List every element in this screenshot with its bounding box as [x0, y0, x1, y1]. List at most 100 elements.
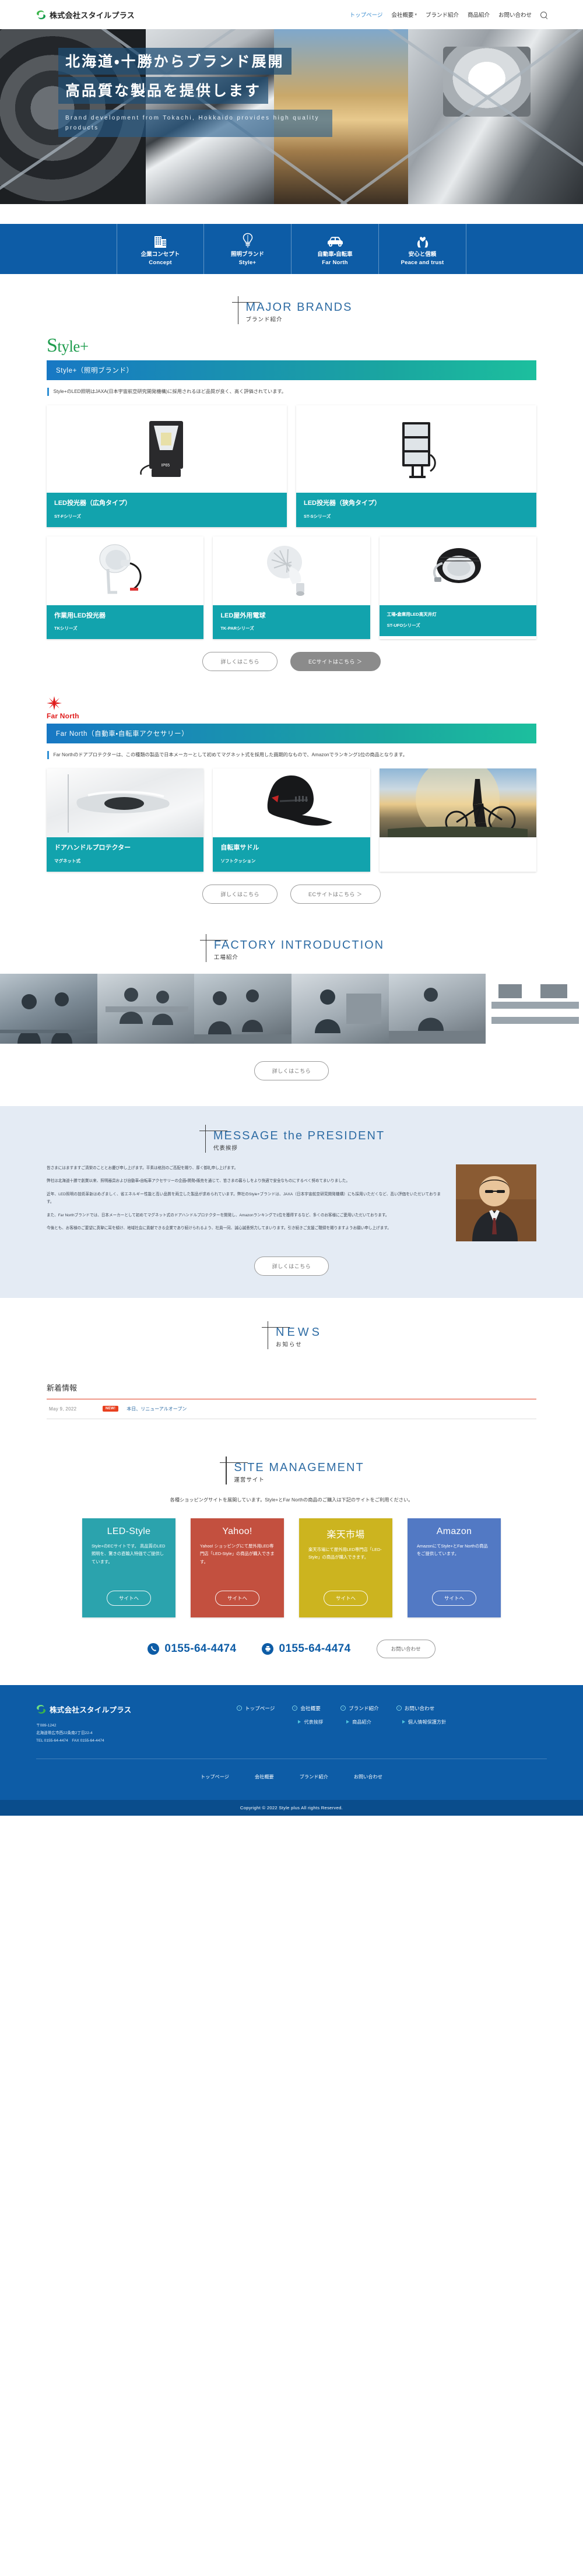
footer-bottom-link-company[interactable]: 会社概要 — [255, 1773, 274, 1780]
site-card-button[interactable]: サイトへ — [323, 1590, 368, 1606]
president-portrait — [456, 1164, 536, 1241]
footer-brand-name: 株式会社スタイルプラス — [50, 1705, 132, 1714]
section-heading-ja: 代表挨拶 — [213, 1145, 238, 1152]
site-card-led-style[interactable]: LED-Style Style+のECサイトです。 高品質のLED照明を、驚きの… — [82, 1518, 175, 1617]
contact-row: 0155-64-4474 0155-64-4474 お問い合わせ — [0, 1617, 583, 1685]
product-cards-style-row2: 作業用LED投光器 TKシリーズ LED屋外用電球 TK-PARシリーズ 工場・… — [47, 536, 536, 639]
footer-sublink-greeting[interactable]: 代表挨拶 — [292, 1718, 323, 1725]
footer-sublink-privacy[interactable]: 個人情報保護方針 — [396, 1718, 446, 1725]
nav-item-brands[interactable]: ブランド紹介 — [426, 10, 459, 19]
bicycle-saddle-image — [213, 768, 370, 838]
footer-link-label: ブランド紹介 — [349, 1705, 379, 1711]
brand-bar-style-plus: Style+（照明ブランド） — [47, 360, 536, 380]
footer-logo[interactable]: 株式会社スタイルプラス — [36, 1704, 211, 1715]
compass-star-icon — [47, 696, 62, 713]
site-card-rakuten[interactable]: 楽天市場 楽天市場にて屋外用LED専門店「LED-Style」の商品が購入できま… — [299, 1518, 392, 1617]
section-heading-factory: FACTORY INTRODUCTION 工場紹介 — [0, 933, 583, 962]
search-icon[interactable] — [540, 11, 547, 18]
product-card-caption: ドアハンドルプロテクター マグネット式 — [47, 837, 204, 872]
footer-link-top[interactable]: › トップページ — [237, 1705, 275, 1712]
footer-bottom-nav: トップページ 会社概要 ブランド紹介 お問い合わせ — [36, 1759, 547, 1789]
concept-item-concept[interactable]: 企業コンセプト Concept — [117, 224, 204, 274]
footer-zip: 〒089-1242 — [36, 1723, 57, 1728]
product-title: 自転車サドル — [220, 844, 259, 852]
style-plus-detail-button[interactable]: 詳しくはこちら — [202, 651, 278, 671]
nav-item-company[interactable]: 会社概要 — [391, 10, 413, 19]
site-header: 株式会社スタイルプラス トップページ 会社概要 ▾ ブランド紹介 商品紹介 お問… — [0, 0, 583, 29]
chevron-right-icon: › — [340, 1705, 346, 1711]
factory-detail-button[interactable]: 詳しくはこちら — [254, 1061, 329, 1080]
brand-bar-far-north: Far North（自動車・自転車アクセサリー） — [47, 723, 536, 743]
concept-item-peace-trust[interactable]: 安心と信頼 Peace and trust — [379, 224, 466, 274]
nav-item-contact[interactable]: お問い合わせ — [498, 10, 532, 19]
product-card[interactable]: LED屋外用電球 TK-PARシリーズ — [213, 536, 370, 639]
section-heading-news: NEWS お知らせ — [0, 1321, 583, 1349]
footer-bottom-link-brands[interactable]: ブランド紹介 — [300, 1773, 328, 1780]
news-item[interactable]: May 9, 2022 NEW! 本日、リニューアルオープン — [47, 1399, 536, 1419]
concept-label-ja: 企業コンセプト — [141, 251, 180, 258]
nav-item-products[interactable]: 商品紹介 — [468, 10, 490, 19]
far-north-wordmark: Far North — [47, 711, 79, 720]
site-card-description: 楽天市場にて屋外用LED専門店「LED-Style」の商品が購入できます。 — [308, 1546, 382, 1560]
footer-bottom-link-contact[interactable]: お問い合わせ — [354, 1773, 382, 1780]
site-card-name: LED-Style — [107, 1526, 151, 1536]
major-brands-content: Style+ Style+（照明ブランド） Style+のLED照明はJAXA(… — [47, 335, 536, 904]
far-north-detail-button[interactable]: 詳しくはこちら — [202, 884, 278, 904]
concept-item-style-plus[interactable]: 照明ブランド Style+ — [204, 224, 292, 274]
site-card-button[interactable]: サイトへ — [215, 1590, 259, 1606]
footer-bottom-link-top[interactable]: トップページ — [201, 1773, 229, 1780]
telephone-block[interactable]: 0155-64-4474 — [147, 1643, 236, 1655]
far-north-ec-button[interactable]: ECサイトはこちら ＞ — [290, 884, 381, 904]
concept-label-ja: 安心と信頼 — [408, 251, 437, 258]
product-card[interactable]: 自転車サドル ソフトクッション — [213, 768, 370, 872]
car-icon — [326, 233, 345, 248]
product-card[interactable]: 工場・倉庫用LED高天井灯 ST-UFOシリーズ — [379, 536, 536, 639]
concept-item-far-north[interactable]: 自動車・自転車 Far North — [292, 224, 379, 274]
led-floodlight-narrow-image — [296, 405, 536, 493]
news-title-link[interactable]: 本日、リニューアルオープン — [127, 1406, 187, 1412]
heart-hands-icon — [415, 233, 430, 248]
site-card-amazon[interactable]: Amazon AmazonにてStyle+とFar Northの商品をご提供して… — [408, 1518, 501, 1617]
brand-description-text: Style+のLED照明はJAXA(日本宇宙航空研究開発機構)に採用されるほど品… — [53, 389, 286, 394]
product-series: ST-UFOシリーズ — [387, 623, 420, 629]
chevron-right-icon: › — [396, 1705, 402, 1711]
president-paragraph: また、Far Northブランドでは、日本メーカーとして初めてマグネット式のドア… — [47, 1213, 389, 1217]
site-card-button[interactable]: サイトへ — [431, 1590, 476, 1606]
copyright-bar: Copyright © 2022 Style plus All rights R… — [0, 1800, 583, 1816]
factory-photo-2 — [97, 973, 195, 1044]
product-card-caption: LED投光器（狭角タイプ） ST-Sシリーズ — [296, 493, 536, 527]
company-logo-icon — [36, 10, 46, 20]
triangle-right-icon — [346, 1719, 350, 1724]
product-series: TKシリーズ — [54, 625, 78, 631]
factory-photo-3 — [194, 973, 292, 1044]
product-card[interactable]: IP65 LED投光器（広角タイプ） ST-Fシリーズ — [47, 405, 287, 527]
news-list-title: 新着情報 — [47, 1382, 536, 1399]
site-card-yahoo[interactable]: Yahoo! Yahoo! ショッピングにて屋外用LED専門店「LED-Styl… — [191, 1518, 284, 1617]
style-plus-ec-button[interactable]: ECサイトはこちら ＞ — [290, 651, 381, 671]
product-card[interactable]: ドアハンドルプロテクター マグネット式 — [47, 768, 204, 872]
site-logo[interactable]: 株式会社スタイルプラス — [36, 9, 135, 20]
footer-link-company[interactable]: › 会社概要 — [292, 1705, 323, 1712]
nav-item-top[interactable]: トップページ — [350, 10, 383, 19]
brand-block-far-north: Far North Far North（自動車・自転車アクセサリー） Far N… — [47, 696, 536, 760]
product-title: LED投光器（広角タイプ） — [54, 500, 131, 507]
far-north-logo: Far North — [47, 696, 536, 720]
footer-sublink-products[interactable]: 商品紹介 — [340, 1718, 379, 1725]
product-card[interactable]: 作業用LED投光器 TKシリーズ — [47, 536, 204, 639]
hero-text-block: 北海道・十勝からブランド展開 高品質な製品を提供します Brand develo… — [58, 48, 332, 137]
site-card-button[interactable]: サイトへ — [106, 1590, 151, 1606]
product-card[interactable]: LED投光器（狭角タイプ） ST-Sシリーズ — [296, 405, 536, 527]
footer-link-label: トップページ — [245, 1705, 275, 1711]
work-led-floodlight-image — [47, 536, 204, 605]
president-content: 皆さまにはますますご清栄のこととお慶び申し上げます。平素は格別のご高配を賜り、厚… — [47, 1164, 536, 1276]
nav-item-company-wrap[interactable]: 会社概要 ▾ — [391, 10, 417, 19]
cyclist-sunset-image — [379, 768, 536, 838]
brand-block-style-plus: Style+ Style+（照明ブランド） Style+のLED照明はJAXA(… — [47, 335, 536, 396]
footer-link-contact[interactable]: › お問い合わせ — [396, 1705, 447, 1712]
product-card-caption: LED投光器（広角タイプ） ST-Fシリーズ — [47, 493, 287, 527]
section-heading-president: MESSAGE the PRESIDENT 代表挨拶 — [0, 1124, 583, 1153]
footer-link-brands[interactable]: › ブランド紹介 — [340, 1705, 379, 1712]
contact-button[interactable]: お問い合わせ — [376, 1639, 436, 1658]
president-detail-button[interactable]: 詳しくはこちら — [254, 1256, 329, 1276]
car-door-handle-protector-image — [47, 768, 204, 838]
